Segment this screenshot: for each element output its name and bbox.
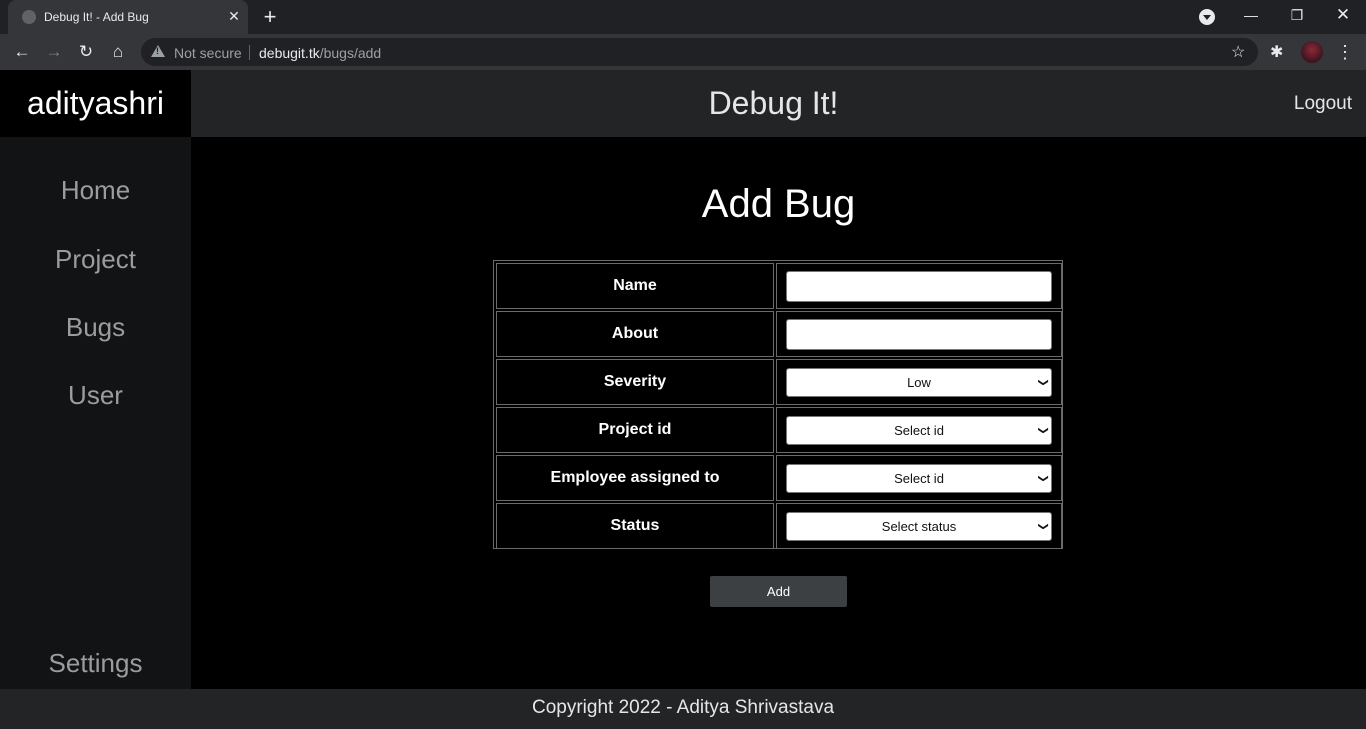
severity-cell: Low ❯ [776,359,1062,405]
not-secure-label[interactable]: Not secure [174,45,242,61]
project-id-label: Project id [496,407,774,453]
minimize-icon[interactable]: — [1228,0,1274,32]
sidebar-item-home[interactable]: Home [0,175,191,206]
back-icon[interactable]: ← [10,40,34,64]
about-input[interactable] [786,319,1052,350]
add-bug-form: Name About Severity Low ❯ Project id Sele… [493,260,1063,549]
star-icon[interactable]: ☆ [1231,42,1245,62]
copyright-text: Copyright 2022 - Aditya Shrivastava [531,697,835,718]
forward-icon[interactable]: → [42,40,66,64]
about-label: About [496,311,774,357]
form-row-status: Status Select status ❯ [496,503,1062,549]
tab-title: Debug It! - Add Bug [44,10,149,24]
sidebar-item-bugs[interactable]: Bugs [0,312,191,343]
employee-select[interactable]: Select id ❯ [786,464,1052,493]
severity-label: Severity [496,359,774,405]
sidebar-item-user[interactable]: User [0,380,191,411]
reload-icon[interactable]: ↻ [74,40,98,64]
add-button[interactable]: Add [710,576,847,607]
brand-name: adityashri [27,85,164,121]
form-row-about: About [496,311,1062,357]
chevron-down-icon: ❯ [1037,474,1049,483]
status-select[interactable]: Select status ❯ [786,512,1052,541]
severity-select[interactable]: Low ❯ [786,368,1052,397]
chevron-down-icon: ❯ [1037,378,1049,387]
tab-close-icon[interactable]: ✕ [226,8,242,24]
restore-icon[interactable]: ❐ [1274,0,1320,32]
project-id-cell: Select id ❯ [776,407,1062,453]
form-row-name: Name [496,263,1062,309]
name-label: Name [496,263,774,309]
name-input[interactable] [786,271,1052,302]
browser-tabstrip: Debug It! - Add Bug ✕ + — ❐ ✕ [0,0,1366,34]
home-icon[interactable]: ⌂ [106,40,130,64]
logout-link[interactable]: Logout [1294,70,1352,137]
status-label: Status [496,503,774,549]
browser-toolbar: ← → ↻ ⌂ Not secure debugit.tk/bugs/add ☆… [0,34,1366,70]
chevron-down-icon: ❯ [1037,522,1049,531]
chevron-down-icon: ❯ [1037,426,1049,435]
tab-search-icon[interactable] [1199,9,1215,25]
avatar[interactable] [1301,41,1323,63]
brand: adityashri [0,70,191,137]
header: Debug It! Logout [191,70,1366,137]
employee-label: Employee assigned to [496,455,774,501]
page: adityashri Debug It! Logout Home Project… [0,70,1366,729]
form-row-employee: Employee assigned to Select id ❯ [496,455,1062,501]
browser-tab[interactable]: Debug It! - Add Bug ✕ [8,0,248,34]
status-cell: Select status ❯ [776,503,1062,549]
menu-icon[interactable]: ⋮ [1336,40,1354,64]
form-row-severity: Severity Low ❯ [496,359,1062,405]
footer: Copyright 2022 - Aditya Shrivastava [0,689,1366,729]
sidebar: Home Project Bugs User Settings [0,137,191,689]
warning-icon [151,45,165,57]
sidebar-item-settings[interactable]: Settings [0,648,191,679]
close-window-icon[interactable]: ✕ [1320,0,1366,32]
form-row-project-id: Project id Select id ❯ [496,407,1062,453]
address-bar[interactable]: Not secure debugit.tk/bugs/add ☆ [141,38,1258,66]
project-id-select[interactable]: Select id ❯ [786,416,1052,445]
page-title: Add Bug [701,182,856,226]
name-cell [776,263,1062,309]
extensions-icon[interactable]: ✱ [1270,42,1283,62]
about-cell [776,311,1062,357]
new-tab-button[interactable]: + [258,5,282,29]
site-title: Debug It! [708,85,839,121]
url-text[interactable]: debugit.tk/bugs/add [259,45,381,61]
employee-cell: Select id ❯ [776,455,1062,501]
globe-icon [22,10,36,24]
sidebar-item-project[interactable]: Project [0,244,191,275]
omnibox-divider [249,45,250,60]
